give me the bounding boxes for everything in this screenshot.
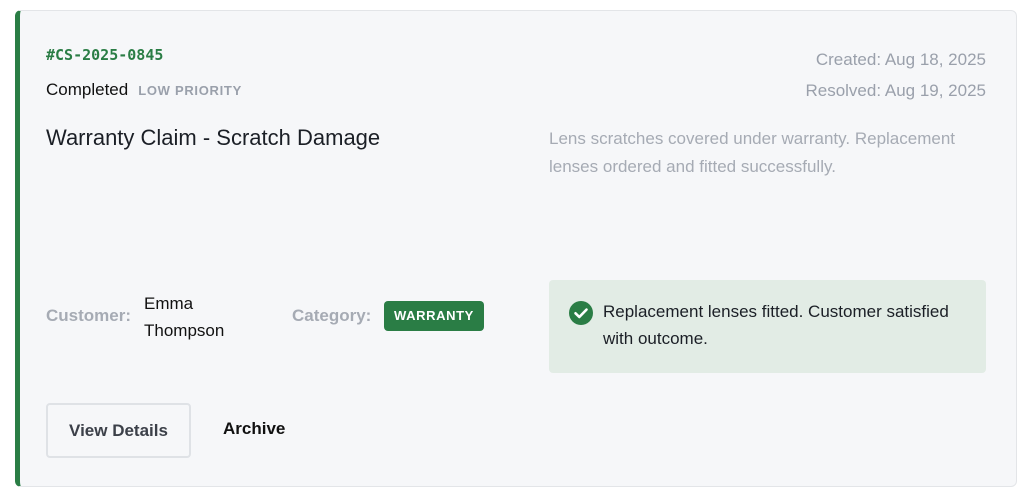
category-label: Category: xyxy=(292,306,372,325)
priority-label: LOW PRIORITY xyxy=(138,83,242,98)
archive-button[interactable]: Archive xyxy=(223,419,285,439)
ticket-description: Lens scratches covered under warranty. R… xyxy=(549,129,955,176)
category-badge: WARRANTY xyxy=(384,301,484,331)
status-row: Completed LOW PRIORITY xyxy=(46,80,242,100)
ticket-dates: Created: Aug 18, 2025 Resolved: Aug 19, … xyxy=(805,44,986,106)
ticket-title: Warranty Claim - Scratch Damage xyxy=(46,125,381,150)
resolved-date: Resolved: Aug 19, 2025 xyxy=(805,81,986,100)
check-circle-icon xyxy=(569,301,593,325)
ticket-card: #CS-2025-0845 Completed LOW PRIORITY Cre… xyxy=(15,10,1017,487)
customer-name: Emma Thompson xyxy=(144,294,225,340)
view-details-button[interactable]: View Details xyxy=(46,403,191,458)
customer-label: Customer: xyxy=(46,306,132,325)
status-text: Completed xyxy=(46,80,129,99)
created-date: Created: Aug 18, 2025 xyxy=(815,50,986,69)
ticket-id: #CS-2025-0845 xyxy=(46,46,164,64)
resolution-note: Replacement lenses fitted. Customer sati… xyxy=(549,280,986,373)
resolution-note-text: Replacement lenses fitted. Customer sati… xyxy=(603,302,949,348)
